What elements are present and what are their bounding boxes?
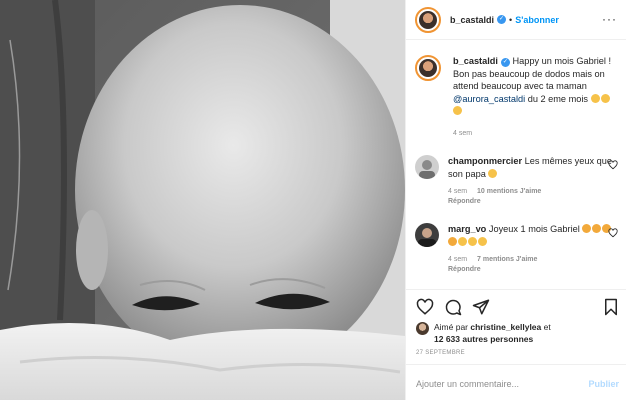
more-icon[interactable]: ··· bbox=[602, 12, 617, 26]
likes-mid: et bbox=[543, 322, 551, 332]
liker-username[interactable]: christine_kellylea bbox=[470, 322, 541, 332]
add-comment-bar: Ajouter un commentaire... Publier bbox=[406, 364, 626, 400]
bookmark-icon[interactable] bbox=[602, 298, 620, 316]
party-emoji-icon bbox=[582, 224, 592, 233]
comment-likes[interactable]: 10 mentions J'aime bbox=[477, 188, 541, 195]
comment-body: Joyeux 1 mois Gabriel bbox=[488, 224, 580, 234]
laughing-emoji-icon bbox=[453, 106, 462, 115]
post-side-panel: b_castaldi ✓ • S'abonner ··· b_castaldi ✓… bbox=[405, 0, 626, 400]
comment-time[interactable]: 4 sem bbox=[448, 188, 467, 195]
caption-username[interactable]: b_castaldi bbox=[453, 56, 498, 66]
comment-time[interactable]: 4 sem bbox=[448, 256, 467, 263]
verified-icon: ✓ bbox=[497, 15, 507, 24]
verified-icon: ✓ bbox=[500, 58, 510, 67]
comment-text: champonmercier Les mêmes yeux que son pa… bbox=[448, 155, 620, 180]
caption-avatar[interactable] bbox=[415, 55, 441, 81]
comment-input[interactable]: Ajouter un commentaire... bbox=[416, 379, 519, 389]
post-caption: b_castaldi ✓ Happy un mois Gabriel ! Bon … bbox=[415, 55, 620, 137]
post-photo[interactable] bbox=[0, 0, 405, 400]
post-date[interactable]: 27 SEPTEMBRE bbox=[416, 350, 465, 356]
smile-emoji-icon bbox=[478, 236, 487, 246]
share-icon[interactable] bbox=[472, 298, 490, 316]
reply-button[interactable]: Répondre bbox=[448, 266, 620, 273]
caption-time[interactable]: 4 sem bbox=[453, 130, 620, 137]
commenter-avatar[interactable] bbox=[415, 223, 439, 247]
likes-count-link[interactable]: 12 633 autres personnes bbox=[434, 334, 533, 344]
follow-button[interactable]: S'abonner bbox=[515, 15, 559, 25]
heart-icon[interactable] bbox=[416, 298, 434, 316]
reply-button[interactable]: Répondre bbox=[448, 198, 620, 205]
caption-text: b_castaldi ✓ Happy un mois Gabriel ! Bon … bbox=[453, 55, 620, 118]
smile-emoji-icon bbox=[458, 236, 467, 246]
comment-username[interactable]: champonmercier bbox=[448, 156, 522, 166]
party-emoji-icon bbox=[448, 236, 457, 246]
laughing-emoji-icon bbox=[600, 93, 610, 103]
heart-icon[interactable] bbox=[608, 228, 618, 238]
post-header: b_castaldi ✓ • S'abonner ··· bbox=[406, 0, 626, 40]
smile-emoji-icon bbox=[468, 236, 477, 246]
comment-item: champonmercier Les mêmes yeux que son pa… bbox=[415, 155, 620, 205]
heart-icon[interactable] bbox=[608, 160, 618, 170]
publish-button[interactable]: Publier bbox=[588, 379, 619, 389]
caption-mention-link[interactable]: @aurora_castaldi bbox=[453, 94, 525, 104]
baby-photo-image bbox=[0, 0, 405, 400]
likes-summary: Aimé par christine_kellylea et 12 633 au… bbox=[416, 321, 621, 345]
comment-item: marg_vo Joyeux 1 mois Gabriel 4 sem 7 me… bbox=[415, 223, 620, 273]
commenter-avatar[interactable] bbox=[415, 155, 439, 179]
comment-username[interactable]: marg_vo bbox=[448, 224, 486, 234]
party-emoji-icon bbox=[592, 224, 602, 233]
comment-text: marg_vo Joyeux 1 mois Gabriel bbox=[448, 223, 620, 248]
separator-dot: • bbox=[509, 14, 513, 25]
comment-meta: 4 sem 10 mentions J'aime bbox=[448, 188, 620, 195]
likes-prefix: Aimé par bbox=[434, 322, 469, 332]
liker-avatar[interactable] bbox=[416, 322, 429, 335]
caption-body-end: du 2 eme mois bbox=[527, 93, 588, 104]
comment-icon[interactable] bbox=[444, 298, 462, 316]
action-bar bbox=[406, 289, 626, 319]
laughing-emoji-icon bbox=[590, 93, 600, 103]
smile-emoji-icon bbox=[488, 168, 498, 178]
comment-meta: 4 sem 7 mentions J'aime bbox=[448, 256, 620, 263]
author-username[interactable]: b_castaldi bbox=[450, 15, 494, 25]
comment-likes[interactable]: 7 mentions J'aime bbox=[477, 256, 537, 263]
author-avatar[interactable] bbox=[415, 6, 441, 33]
